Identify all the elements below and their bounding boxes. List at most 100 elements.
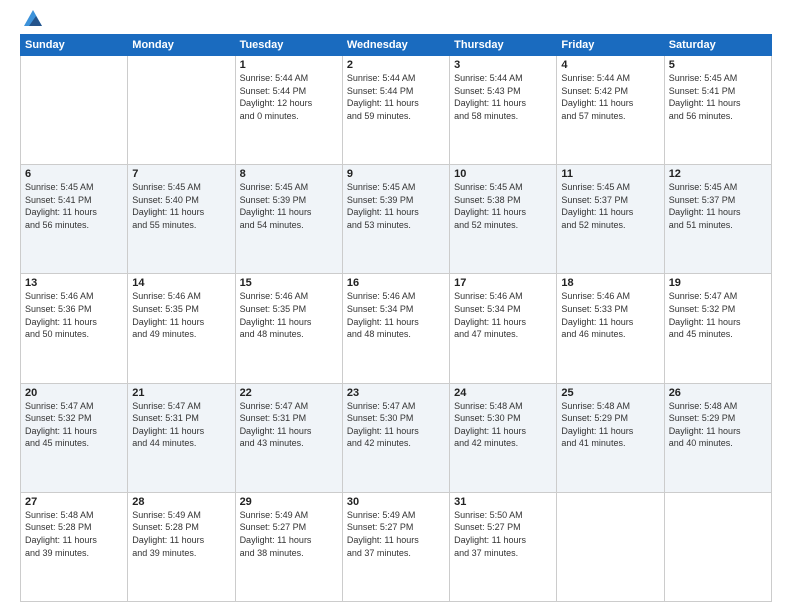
calendar-cell — [557, 492, 664, 601]
day-info: Sunrise: 5:44 AM Sunset: 5:44 PM Dayligh… — [347, 72, 445, 122]
day-info: Sunrise: 5:46 AM Sunset: 5:33 PM Dayligh… — [561, 290, 659, 340]
day-info: Sunrise: 5:45 AM Sunset: 5:41 PM Dayligh… — [25, 181, 123, 231]
calendar-cell: 6Sunrise: 5:45 AM Sunset: 5:41 PM Daylig… — [21, 165, 128, 274]
calendar-cell — [664, 492, 771, 601]
day-info: Sunrise: 5:49 AM Sunset: 5:28 PM Dayligh… — [132, 509, 230, 559]
day-number: 8 — [240, 168, 338, 180]
calendar-header-wednesday: Wednesday — [342, 35, 449, 56]
calendar-cell: 2Sunrise: 5:44 AM Sunset: 5:44 PM Daylig… — [342, 56, 449, 165]
calendar-week-row: 6Sunrise: 5:45 AM Sunset: 5:41 PM Daylig… — [21, 165, 772, 274]
calendar-cell: 5Sunrise: 5:45 AM Sunset: 5:41 PM Daylig… — [664, 56, 771, 165]
calendar-cell: 19Sunrise: 5:47 AM Sunset: 5:32 PM Dayli… — [664, 274, 771, 383]
calendar-header-friday: Friday — [557, 35, 664, 56]
page: SundayMondayTuesdayWednesdayThursdayFrid… — [0, 0, 792, 612]
calendar-cell: 25Sunrise: 5:48 AM Sunset: 5:29 PM Dayli… — [557, 383, 664, 492]
day-number: 9 — [347, 168, 445, 180]
day-info: Sunrise: 5:48 AM Sunset: 5:30 PM Dayligh… — [454, 400, 552, 450]
calendar-cell: 13Sunrise: 5:46 AM Sunset: 5:36 PM Dayli… — [21, 274, 128, 383]
day-info: Sunrise: 5:46 AM Sunset: 5:34 PM Dayligh… — [454, 290, 552, 340]
calendar-cell: 17Sunrise: 5:46 AM Sunset: 5:34 PM Dayli… — [450, 274, 557, 383]
calendar-cell: 23Sunrise: 5:47 AM Sunset: 5:30 PM Dayli… — [342, 383, 449, 492]
calendar-cell: 16Sunrise: 5:46 AM Sunset: 5:34 PM Dayli… — [342, 274, 449, 383]
day-number: 14 — [132, 277, 230, 289]
calendar-week-row: 1Sunrise: 5:44 AM Sunset: 5:44 PM Daylig… — [21, 56, 772, 165]
day-number: 13 — [25, 277, 123, 289]
day-info: Sunrise: 5:45 AM Sunset: 5:39 PM Dayligh… — [240, 181, 338, 231]
day-info: Sunrise: 5:47 AM Sunset: 5:30 PM Dayligh… — [347, 400, 445, 450]
logo-icon — [22, 8, 44, 30]
day-number: 3 — [454, 59, 552, 71]
calendar-table: SundayMondayTuesdayWednesdayThursdayFrid… — [20, 34, 772, 602]
day-number: 10 — [454, 168, 552, 180]
calendar-header-saturday: Saturday — [664, 35, 771, 56]
calendar-cell: 9Sunrise: 5:45 AM Sunset: 5:39 PM Daylig… — [342, 165, 449, 274]
day-info: Sunrise: 5:47 AM Sunset: 5:32 PM Dayligh… — [25, 400, 123, 450]
day-info: Sunrise: 5:50 AM Sunset: 5:27 PM Dayligh… — [454, 509, 552, 559]
day-info: Sunrise: 5:46 AM Sunset: 5:36 PM Dayligh… — [25, 290, 123, 340]
day-number: 18 — [561, 277, 659, 289]
calendar-cell: 31Sunrise: 5:50 AM Sunset: 5:27 PM Dayli… — [450, 492, 557, 601]
day-number: 4 — [561, 59, 659, 71]
day-number: 15 — [240, 277, 338, 289]
day-number: 21 — [132, 387, 230, 399]
day-info: Sunrise: 5:47 AM Sunset: 5:32 PM Dayligh… — [669, 290, 767, 340]
calendar-cell: 26Sunrise: 5:48 AM Sunset: 5:29 PM Dayli… — [664, 383, 771, 492]
day-info: Sunrise: 5:47 AM Sunset: 5:31 PM Dayligh… — [240, 400, 338, 450]
day-number: 17 — [454, 277, 552, 289]
day-info: Sunrise: 5:48 AM Sunset: 5:29 PM Dayligh… — [669, 400, 767, 450]
calendar-cell: 21Sunrise: 5:47 AM Sunset: 5:31 PM Dayli… — [128, 383, 235, 492]
calendar-header-row: SundayMondayTuesdayWednesdayThursdayFrid… — [21, 35, 772, 56]
day-number: 1 — [240, 59, 338, 71]
calendar-cell: 27Sunrise: 5:48 AM Sunset: 5:28 PM Dayli… — [21, 492, 128, 601]
day-number: 19 — [669, 277, 767, 289]
day-info: Sunrise: 5:45 AM Sunset: 5:39 PM Dayligh… — [347, 181, 445, 231]
day-number: 26 — [669, 387, 767, 399]
day-info: Sunrise: 5:46 AM Sunset: 5:35 PM Dayligh… — [132, 290, 230, 340]
day-info: Sunrise: 5:44 AM Sunset: 5:42 PM Dayligh… — [561, 72, 659, 122]
calendar-cell: 4Sunrise: 5:44 AM Sunset: 5:42 PM Daylig… — [557, 56, 664, 165]
day-info: Sunrise: 5:49 AM Sunset: 5:27 PM Dayligh… — [347, 509, 445, 559]
calendar-cell: 28Sunrise: 5:49 AM Sunset: 5:28 PM Dayli… — [128, 492, 235, 601]
day-info: Sunrise: 5:45 AM Sunset: 5:37 PM Dayligh… — [669, 181, 767, 231]
day-number: 24 — [454, 387, 552, 399]
calendar-week-row: 20Sunrise: 5:47 AM Sunset: 5:32 PM Dayli… — [21, 383, 772, 492]
header — [20, 16, 772, 26]
calendar-cell: 1Sunrise: 5:44 AM Sunset: 5:44 PM Daylig… — [235, 56, 342, 165]
day-number: 2 — [347, 59, 445, 71]
calendar-cell: 18Sunrise: 5:46 AM Sunset: 5:33 PM Dayli… — [557, 274, 664, 383]
day-info: Sunrise: 5:47 AM Sunset: 5:31 PM Dayligh… — [132, 400, 230, 450]
day-number: 12 — [669, 168, 767, 180]
day-info: Sunrise: 5:48 AM Sunset: 5:28 PM Dayligh… — [25, 509, 123, 559]
day-number: 28 — [132, 496, 230, 508]
day-number: 7 — [132, 168, 230, 180]
day-number: 23 — [347, 387, 445, 399]
calendar-header-sunday: Sunday — [21, 35, 128, 56]
day-number: 27 — [25, 496, 123, 508]
day-info: Sunrise: 5:49 AM Sunset: 5:27 PM Dayligh… — [240, 509, 338, 559]
day-number: 30 — [347, 496, 445, 508]
calendar-cell: 20Sunrise: 5:47 AM Sunset: 5:32 PM Dayli… — [21, 383, 128, 492]
day-number: 29 — [240, 496, 338, 508]
calendar-cell: 24Sunrise: 5:48 AM Sunset: 5:30 PM Dayli… — [450, 383, 557, 492]
calendar-cell: 8Sunrise: 5:45 AM Sunset: 5:39 PM Daylig… — [235, 165, 342, 274]
day-info: Sunrise: 5:48 AM Sunset: 5:29 PM Dayligh… — [561, 400, 659, 450]
day-number: 5 — [669, 59, 767, 71]
calendar-cell — [21, 56, 128, 165]
calendar-cell: 15Sunrise: 5:46 AM Sunset: 5:35 PM Dayli… — [235, 274, 342, 383]
calendar-cell: 30Sunrise: 5:49 AM Sunset: 5:27 PM Dayli… — [342, 492, 449, 601]
calendar-cell: 3Sunrise: 5:44 AM Sunset: 5:43 PM Daylig… — [450, 56, 557, 165]
logo — [20, 16, 44, 26]
calendar-cell: 12Sunrise: 5:45 AM Sunset: 5:37 PM Dayli… — [664, 165, 771, 274]
calendar-cell: 7Sunrise: 5:45 AM Sunset: 5:40 PM Daylig… — [128, 165, 235, 274]
calendar-cell: 14Sunrise: 5:46 AM Sunset: 5:35 PM Dayli… — [128, 274, 235, 383]
calendar-cell: 29Sunrise: 5:49 AM Sunset: 5:27 PM Dayli… — [235, 492, 342, 601]
day-info: Sunrise: 5:44 AM Sunset: 5:43 PM Dayligh… — [454, 72, 552, 122]
day-info: Sunrise: 5:44 AM Sunset: 5:44 PM Dayligh… — [240, 72, 338, 122]
day-number: 11 — [561, 168, 659, 180]
day-number: 20 — [25, 387, 123, 399]
calendar-cell: 22Sunrise: 5:47 AM Sunset: 5:31 PM Dayli… — [235, 383, 342, 492]
day-info: Sunrise: 5:45 AM Sunset: 5:38 PM Dayligh… — [454, 181, 552, 231]
calendar-cell: 11Sunrise: 5:45 AM Sunset: 5:37 PM Dayli… — [557, 165, 664, 274]
day-number: 25 — [561, 387, 659, 399]
calendar-week-row: 27Sunrise: 5:48 AM Sunset: 5:28 PM Dayli… — [21, 492, 772, 601]
